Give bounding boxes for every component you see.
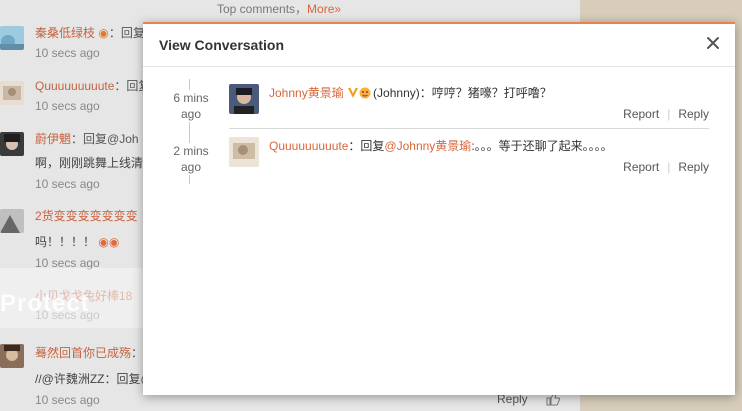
comment-snippet: ：回复	[108, 26, 145, 40]
top-comments-header: Top comments，More»	[217, 0, 341, 17]
message-body: :。。。等于还聊了起来。。。。	[471, 139, 613, 153]
author-link[interactable]: 蔚伊魍	[35, 132, 71, 146]
message-actions: Report | Reply	[623, 160, 709, 174]
close-icon[interactable]	[705, 35, 721, 51]
comment-snippet: ：	[131, 346, 144, 360]
view-conversation-dialog: View Conversation 6 mins ago 2 mins ago …	[143, 22, 735, 395]
message-time: 2 mins ago	[165, 143, 217, 175]
comment-author: Quuuuuuuuute：回复	[35, 77, 150, 94]
verified-icon	[347, 87, 359, 102]
dialog-title: View Conversation	[159, 37, 285, 53]
comment-author: 蔚伊魍：回复@Joh	[35, 130, 139, 147]
comment-time: 10 secs ago	[35, 393, 100, 407]
avatar[interactable]	[229, 84, 259, 114]
comment-author: 蓦然回首你已成殇：	[35, 344, 143, 361]
message-time: 6 mins ago	[165, 90, 217, 122]
author-link[interactable]: 秦桑低绿枝	[35, 26, 95, 40]
comment-text: 吗！！！！ ◉◉	[35, 233, 119, 250]
actions-separator: |	[667, 107, 671, 121]
message-author[interactable]: Johnny黄景瑜	[269, 86, 344, 100]
message-text: Johnny黄景瑜 (Johnny)：哼哼？猪嚎？打呼噜？	[269, 84, 552, 102]
avatar[interactable]	[229, 137, 259, 167]
message-body: (Johnny)：哼哼？猪嚎？打呼噜？	[373, 86, 552, 100]
reply-button[interactable]: Reply	[678, 160, 709, 174]
comment-time: 10 secs ago	[35, 99, 100, 113]
report-button[interactable]: Report	[623, 107, 659, 121]
emoji-icon	[359, 87, 373, 102]
avatar[interactable]	[0, 132, 24, 156]
author-link[interactable]: Quuuuuuuuute	[35, 79, 114, 93]
emoji-icon: ◉◉	[98, 235, 120, 249]
avatar[interactable]	[0, 344, 24, 368]
comment-time: 10 secs ago	[35, 177, 100, 191]
comment-line: 吗！！！！	[35, 235, 96, 249]
message-actions: Report | Reply	[623, 107, 709, 121]
top-comments-label: Top comments，	[217, 2, 308, 16]
header-divider	[143, 66, 735, 67]
comment-snippet: ：回复@Joh	[71, 132, 139, 146]
actions-separator: |	[667, 160, 671, 174]
author-link[interactable]: 蓦然回首你已成殇	[35, 346, 131, 360]
comment-text: //@许魏洲ZZ：回复@	[35, 372, 153, 386]
reply-button[interactable]: Reply	[678, 107, 709, 121]
comment-author[interactable]: 2货变变变变变变变	[35, 207, 138, 224]
comment-text: 啊，刚刚跳舞上线清	[35, 156, 144, 170]
emoji-icon: ◉	[98, 26, 109, 40]
report-button[interactable]: Report	[623, 160, 659, 174]
avatar[interactable]	[0, 81, 24, 105]
message-prefix: ：回复	[348, 139, 385, 153]
message-divider	[229, 128, 709, 129]
more-link[interactable]: More»	[307, 2, 341, 16]
message-author[interactable]: Quuuuuuuuute	[269, 139, 348, 153]
comment-time: 10 secs ago	[35, 46, 100, 60]
avatar[interactable]	[0, 209, 24, 233]
mention-link[interactable]: @Johnny黄景瑜	[384, 139, 471, 153]
comment-author: 秦桑低绿枝 ◉：回复	[35, 24, 145, 41]
avatar[interactable]	[0, 26, 24, 50]
message-text: Quuuuuuuuute：回复@Johnny黄景瑜:。。。等于还聊了起来。。。。	[269, 137, 613, 154]
watermark-text: Protect	[0, 290, 90, 317]
